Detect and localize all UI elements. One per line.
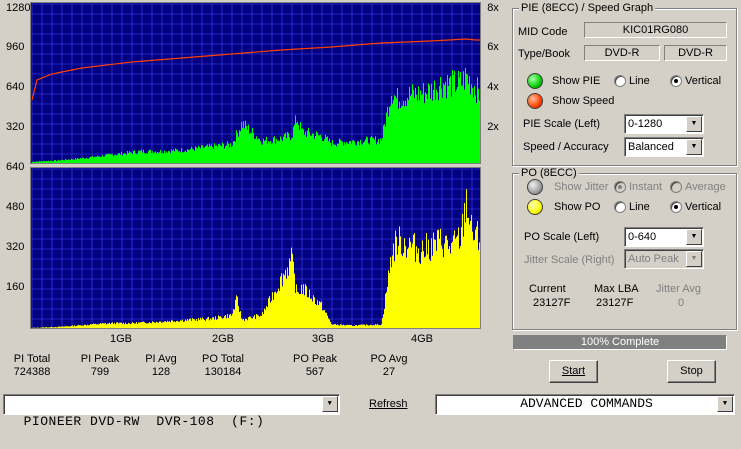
chevron-down-icon[interactable]: ▼ bbox=[686, 139, 702, 155]
stat-po-avg: PO Avg 27 bbox=[359, 353, 419, 379]
max-lba-label: Max LBA bbox=[594, 283, 639, 295]
stat-po-total: PO Total 130184 bbox=[193, 353, 253, 379]
stat-label: PI Peak bbox=[80, 353, 120, 365]
pie-y-tick: 960 bbox=[6, 41, 25, 53]
x-axis-label: 2GB bbox=[212, 333, 235, 345]
pie-vertical-radio[interactable] bbox=[670, 75, 682, 87]
stat-value: 724388 bbox=[13, 366, 51, 378]
po-graph bbox=[30, 167, 481, 329]
stop-button-label: Stop bbox=[680, 365, 703, 377]
pie-graph bbox=[30, 2, 481, 164]
chevron-down-icon[interactable]: ▼ bbox=[686, 116, 702, 132]
po-line-label[interactable]: Line bbox=[629, 201, 650, 213]
stat-label: PI Total bbox=[13, 353, 51, 365]
stat-pi-peak: PI Peak 799 bbox=[70, 353, 130, 379]
pie-line-label[interactable]: Line bbox=[629, 75, 650, 87]
show-speed-label[interactable]: Show Speed bbox=[552, 95, 614, 107]
red-ball-icon[interactable] bbox=[527, 93, 543, 109]
chevron-down-icon: ▼ bbox=[686, 251, 702, 267]
pie-y-tick: 320 bbox=[6, 121, 25, 133]
type-book-label: Type/Book bbox=[518, 48, 570, 60]
po-scale-label: PO Scale (Left) bbox=[524, 231, 600, 243]
pie-y-tick: 1280 bbox=[6, 2, 31, 14]
jitter-average-radio bbox=[670, 181, 682, 193]
speed-y-tick: 2x bbox=[487, 121, 499, 133]
po-scale-select[interactable]: 0-640 ▼ bbox=[624, 227, 704, 247]
stat-value: 130184 bbox=[204, 366, 242, 378]
chevron-down-icon[interactable]: ▼ bbox=[322, 396, 338, 412]
yellow-ball-icon[interactable] bbox=[527, 199, 543, 215]
po-y-tick: 480 bbox=[6, 201, 25, 213]
po-y-tick: 160 bbox=[6, 281, 25, 293]
stat-pi-avg: PI Avg 128 bbox=[131, 353, 191, 379]
refresh-link[interactable]: Refresh bbox=[369, 398, 408, 410]
progress-text: 100% Complete bbox=[580, 336, 660, 348]
stat-label: PO Peak bbox=[292, 353, 338, 365]
chevron-down-icon[interactable]: ▼ bbox=[717, 396, 733, 412]
max-lba-value: 23127F bbox=[596, 297, 634, 309]
mid-code-value: KIC01RG080 bbox=[584, 22, 727, 38]
speed-y-tick: 8x bbox=[487, 2, 499, 14]
disc-type-value: DVD-R bbox=[584, 45, 660, 61]
progress-bar: 100% Complete bbox=[513, 335, 727, 350]
x-axis-label: 3GB bbox=[312, 333, 335, 345]
jitter-avg-value: 0 bbox=[678, 297, 685, 309]
speed-accuracy-label: Speed / Accuracy bbox=[523, 141, 609, 153]
stat-label: PO Avg bbox=[370, 353, 408, 365]
advanced-commands-select[interactable]: ADVANCED COMMANDS ▼ bbox=[435, 394, 735, 415]
jitter-avg-label: Jitter Avg bbox=[656, 283, 702, 295]
start-button-label: Start bbox=[561, 365, 586, 377]
pie-scale-select[interactable]: 0-1280 ▼ bbox=[624, 114, 704, 134]
show-pie-label[interactable]: Show PIE bbox=[552, 75, 600, 87]
current-value: 23127F bbox=[533, 297, 571, 309]
po-vertical-radio[interactable] bbox=[670, 201, 682, 213]
stat-po-peak: PO Peak 567 bbox=[285, 353, 345, 379]
stat-value: 128 bbox=[151, 366, 171, 378]
chevron-down-icon[interactable]: ▼ bbox=[686, 229, 702, 245]
jitter-scale-value: Auto Peak bbox=[628, 253, 679, 265]
jitter-scale-select: Auto Peak ▼ bbox=[624, 249, 704, 269]
pie-line-radio[interactable] bbox=[614, 75, 626, 87]
pie-scale-label: PIE Scale (Left) bbox=[523, 118, 601, 130]
stop-button[interactable]: Stop bbox=[667, 360, 716, 383]
stat-label: PI Avg bbox=[145, 353, 177, 365]
group-title: PO (8ECC) bbox=[519, 167, 579, 179]
stat-value: 567 bbox=[305, 366, 325, 378]
mid-code-label: MID Code bbox=[518, 26, 568, 38]
gray-ball-icon bbox=[527, 179, 543, 195]
po-y-tick: 640 bbox=[6, 161, 25, 173]
jitter-instant-radio bbox=[614, 181, 626, 193]
show-jitter-label: Show Jitter bbox=[554, 181, 609, 193]
stat-pi-total: PI Total 724388 bbox=[2, 353, 62, 379]
x-axis-label: 1GB bbox=[110, 333, 133, 345]
stat-label: PO Total bbox=[202, 353, 244, 365]
green-ball-icon[interactable] bbox=[527, 73, 543, 89]
speed-accuracy-value: Balanced bbox=[628, 141, 674, 153]
pie-y-tick: 640 bbox=[6, 81, 25, 93]
po-vertical-label[interactable]: Vertical bbox=[685, 201, 721, 213]
jitter-average-label: Average bbox=[685, 181, 726, 193]
pie-vertical-label[interactable]: Vertical bbox=[685, 75, 721, 87]
group-title: PIE (8ECC) / Speed Graph bbox=[519, 2, 656, 14]
show-po-label[interactable]: Show PO bbox=[554, 201, 600, 213]
speed-y-tick: 6x bbox=[487, 41, 499, 53]
jitter-instant-label: Instant bbox=[629, 181, 663, 193]
pie-scale-value: 0-1280 bbox=[628, 118, 663, 130]
po-y-tick: 320 bbox=[6, 241, 25, 253]
stat-value: 27 bbox=[382, 366, 396, 378]
po-line-radio[interactable] bbox=[614, 201, 626, 213]
advanced-commands-value: ADVANCED COMMANDS bbox=[520, 396, 653, 411]
speed-accuracy-select[interactable]: Balanced ▼ bbox=[624, 137, 704, 157]
po-scale-value: 0-640 bbox=[628, 231, 657, 243]
drive-select-value: PIONEER DVD-RW DVR-108 (F:) bbox=[23, 414, 265, 429]
current-label: Current bbox=[529, 283, 566, 295]
drive-select[interactable]: PIONEER DVD-RW DVR-108 (F:) ▼ bbox=[3, 394, 340, 429]
speed-y-tick: 4x bbox=[487, 81, 499, 93]
x-axis-label: 4GB bbox=[411, 333, 434, 345]
book-type-value: DVD-R bbox=[664, 45, 727, 61]
stat-value: 799 bbox=[90, 366, 110, 378]
jitter-scale-label: Jitter Scale (Right) bbox=[524, 254, 615, 266]
start-button[interactable]: Start bbox=[549, 360, 598, 383]
